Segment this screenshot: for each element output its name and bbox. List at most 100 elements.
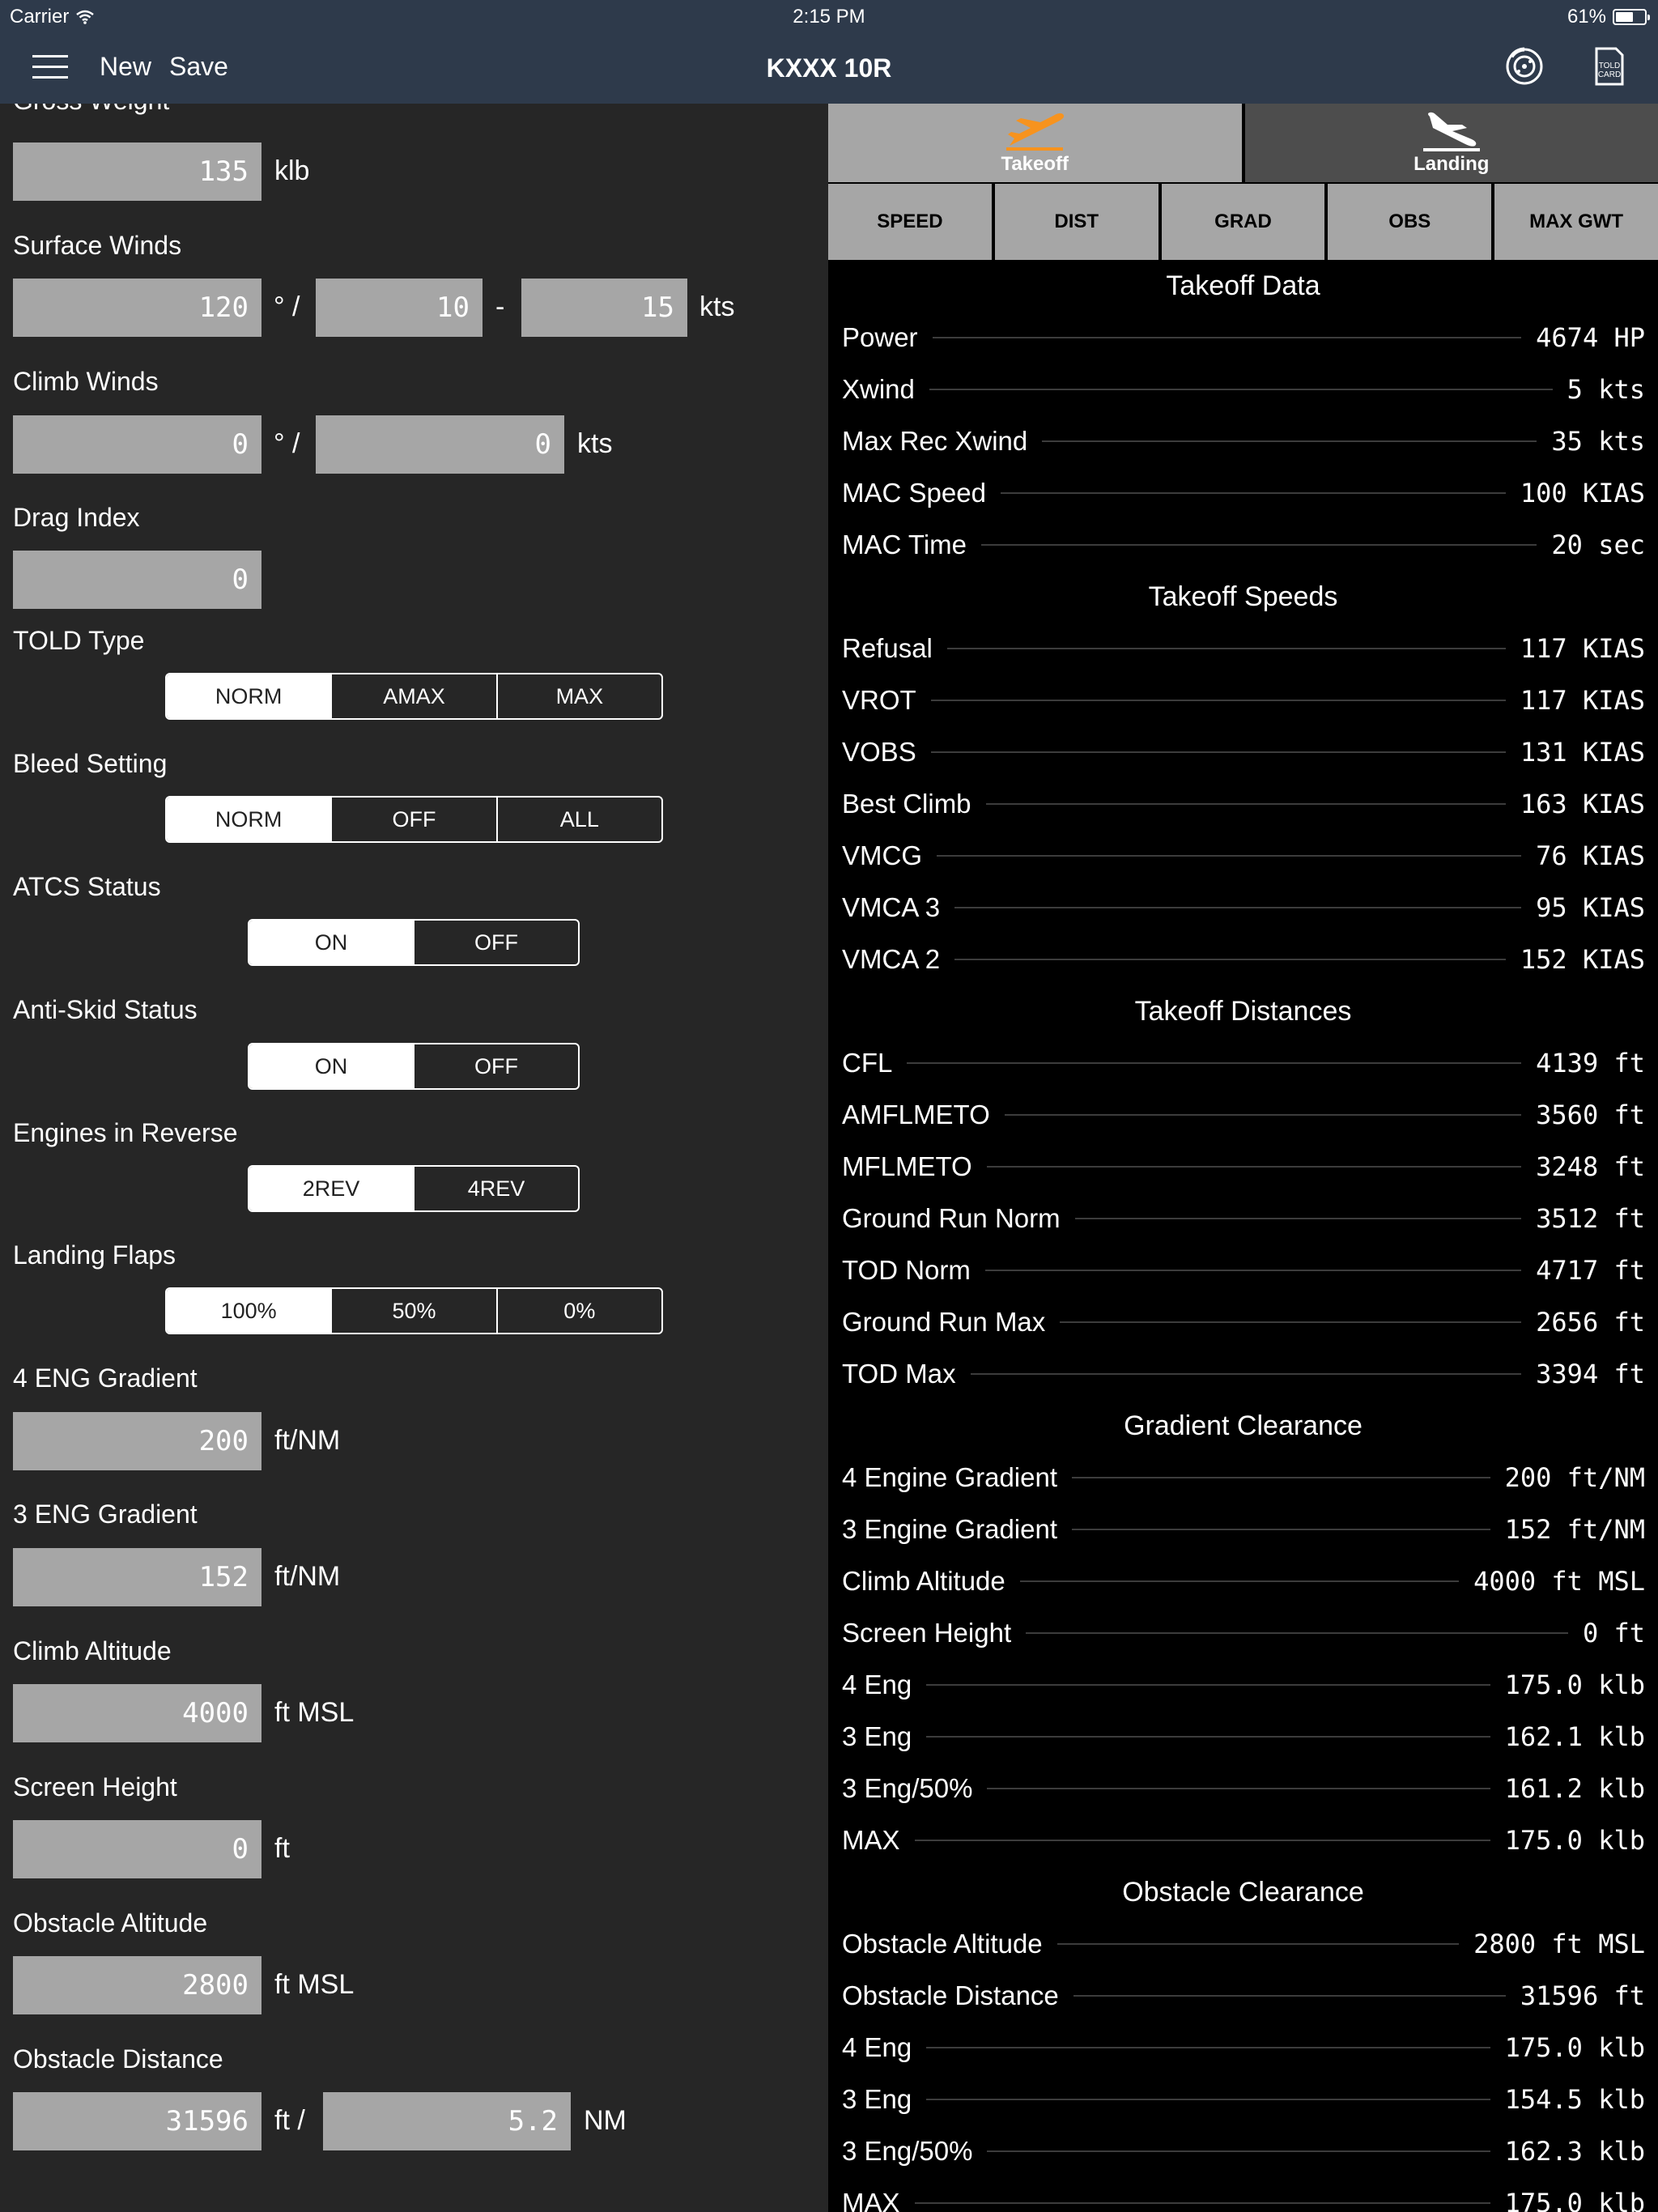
battery-percent: 61%: [1567, 6, 1606, 28]
data-row-value: 131 KIAS: [1520, 737, 1645, 768]
data-row: 3 Engine Gradient 152 ft/NM: [828, 1504, 1658, 1555]
data-row-value: 162.3 klb: [1504, 2136, 1645, 2167]
data-row-label: TOD Max: [842, 1359, 956, 1389]
leader-line: [987, 2150, 1490, 2152]
data-row-label: MAC Speed: [842, 478, 986, 508]
atcs-status-segmented-control[interactable]: ON OFF: [248, 919, 580, 966]
data-row: 3 Eng 154.5 klb: [828, 2074, 1658, 2125]
bleed-off[interactable]: OFF: [330, 798, 495, 841]
gross-weight-input[interactable]: 135: [13, 143, 261, 201]
data-row: 4 Engine Gradient 200 ft/NM: [828, 1452, 1658, 1504]
surface-wind-gust-input[interactable]: 15: [521, 279, 687, 337]
ft-per-nm-unit: ft/NM: [274, 1425, 341, 1456]
ft-msl-unit: ft MSL: [274, 1697, 355, 1728]
data-row-value: 163 KIAS: [1520, 789, 1645, 819]
section-header: Obstacle Clearance: [1122, 1877, 1364, 1908]
data-row-label: VMCG: [842, 840, 922, 870]
anti-skid-on[interactable]: ON: [249, 1044, 413, 1088]
climb-altitude-input[interactable]: 4000: [13, 1684, 261, 1742]
eng3-gradient-input[interactable]: 152: [13, 1548, 261, 1606]
status-bar: Carrier 2:15 PM 61%: [0, 0, 1658, 32]
screen-height-input[interactable]: 0: [13, 1820, 261, 1878]
flaps-50[interactable]: 50%: [330, 1289, 495, 1333]
data-row: Ground Run Max 2656 ft: [828, 1296, 1658, 1348]
atcs-off[interactable]: OFF: [413, 921, 578, 964]
data-row: MAC Time 20 sec: [828, 519, 1658, 571]
landing-flaps-segmented-control[interactable]: 100% 50% 0%: [165, 1287, 663, 1334]
told-type-amax[interactable]: AMAX: [330, 674, 495, 718]
tab-dist[interactable]: DIST: [994, 184, 1158, 260]
anti-skid-segmented-control[interactable]: ON OFF: [248, 1043, 580, 1090]
tab-speed[interactable]: SPEED: [828, 184, 992, 260]
data-row-label: Xwind: [842, 374, 915, 404]
section-header: Takeoff Distances: [1134, 996, 1352, 1027]
data-row-label: 3 Eng/50%: [842, 1773, 973, 1803]
told-type-segmented-control[interactable]: NORM AMAX MAX: [165, 673, 663, 720]
bleed-norm[interactable]: NORM: [167, 798, 331, 841]
climb-wind-direction-input[interactable]: 0: [13, 415, 261, 474]
data-row-value: 175.0 klb: [1504, 2188, 1645, 2212]
flaps-100[interactable]: 100%: [167, 1289, 331, 1333]
landing-flaps-label: Landing Flaps: [13, 1240, 176, 1270]
tab-grad[interactable]: GRAD: [1161, 184, 1325, 260]
tab-landing[interactable]: Landing: [1244, 104, 1658, 182]
data-row-value: 154.5 klb: [1504, 2084, 1645, 2115]
anti-skid-off[interactable]: OFF: [413, 1044, 578, 1088]
data-row-label: MAC Time: [842, 530, 967, 559]
results-panel[interactable]: Takeoff Landing SPEED DIST GRAD OBS MAX …: [828, 104, 1658, 2212]
section-header: Takeoff Speeds: [1148, 581, 1338, 612]
data-row-label: 4 Eng: [842, 2032, 912, 2062]
data-row-value: 4139 ft: [1536, 1048, 1645, 1078]
leader-line: [954, 907, 1522, 908]
leader-line: [1072, 1477, 1490, 1478]
atcs-status-label: ATCS Status: [13, 872, 161, 901]
told-type-norm[interactable]: NORM: [167, 674, 331, 718]
drag-index-input[interactable]: 0: [13, 551, 261, 609]
data-row-label: Best Climb: [842, 789, 971, 819]
tab-max-gwt[interactable]: MAX GWT: [1494, 184, 1658, 260]
climb-wind-speed-input[interactable]: 0: [316, 415, 564, 474]
brake-icon[interactable]: [1500, 42, 1549, 91]
leader-line: [907, 1062, 1522, 1064]
leader-line: [914, 1840, 1490, 1841]
eng4-gradient-input[interactable]: 200: [13, 1412, 261, 1470]
gross-weight-unit: klb: [274, 155, 310, 186]
data-row-label: 3 Engine Gradient: [842, 1514, 1058, 1544]
surface-wind-speed-input[interactable]: 10: [316, 279, 483, 337]
leader-line: [1073, 1995, 1506, 1997]
told-card-text: TOLD: [1599, 62, 1621, 70]
surface-wind-direction-input[interactable]: 120: [13, 279, 261, 337]
results-list[interactable]: Takeoff Data Power 4674 HP Xwind 5 kts Max Re…: [828, 260, 1658, 2212]
obstacle-distance-ft-input[interactable]: 31596: [13, 2092, 261, 2150]
input-panel[interactable]: Gross Weight 135 klb Surface Winds 120 °…: [0, 104, 828, 2212]
reverse-2rev[interactable]: 2REV: [249, 1167, 413, 1210]
atcs-on[interactable]: ON: [249, 921, 413, 964]
data-row-label: 3 Eng: [842, 1721, 912, 1751]
bleed-setting-segmented-control[interactable]: NORM OFF ALL: [165, 796, 663, 843]
data-row-value: 3394 ft: [1536, 1359, 1645, 1389]
engines-reverse-segmented-control[interactable]: 2REV 4REV: [248, 1165, 580, 1212]
reverse-4rev[interactable]: 4REV: [413, 1167, 578, 1210]
navigation-bar: New Save KXXX 10R TOLD CARD: [0, 32, 1658, 104]
data-row: MAC Speed 100 KIAS: [828, 467, 1658, 519]
tab-obs[interactable]: OBS: [1328, 184, 1492, 260]
obstacle-altitude-input[interactable]: 2800: [13, 1956, 261, 2014]
surface-winds-label: Surface Winds: [13, 231, 182, 260]
obstacle-distance-nm-input[interactable]: 5.2: [323, 2092, 571, 2150]
bleed-all[interactable]: ALL: [495, 798, 661, 841]
data-row-label: Obstacle Distance: [842, 1980, 1059, 2010]
leader-line: [937, 855, 1522, 857]
tab-takeoff[interactable]: Takeoff: [828, 104, 1242, 182]
tab-landing-label: Landing: [1414, 153, 1490, 175]
told-card-icon[interactable]: TOLD CARD: [1585, 42, 1634, 91]
data-row: Best Climb 163 KIAS: [828, 778, 1658, 830]
data-row: 3 Eng 162.1 klb: [828, 1711, 1658, 1763]
leader-line: [986, 1166, 1522, 1168]
data-row-value: 20 sec: [1551, 530, 1645, 560]
data-row: 3 Eng/50% 162.3 klb: [828, 2125, 1658, 2177]
page-title: KXXX 10R: [766, 53, 892, 83]
flaps-0[interactable]: 0%: [495, 1289, 661, 1333]
told-type-max[interactable]: MAX: [495, 674, 661, 718]
data-row-value: 152 ft/NM: [1504, 1514, 1645, 1545]
leader-line: [1004, 1114, 1522, 1116]
